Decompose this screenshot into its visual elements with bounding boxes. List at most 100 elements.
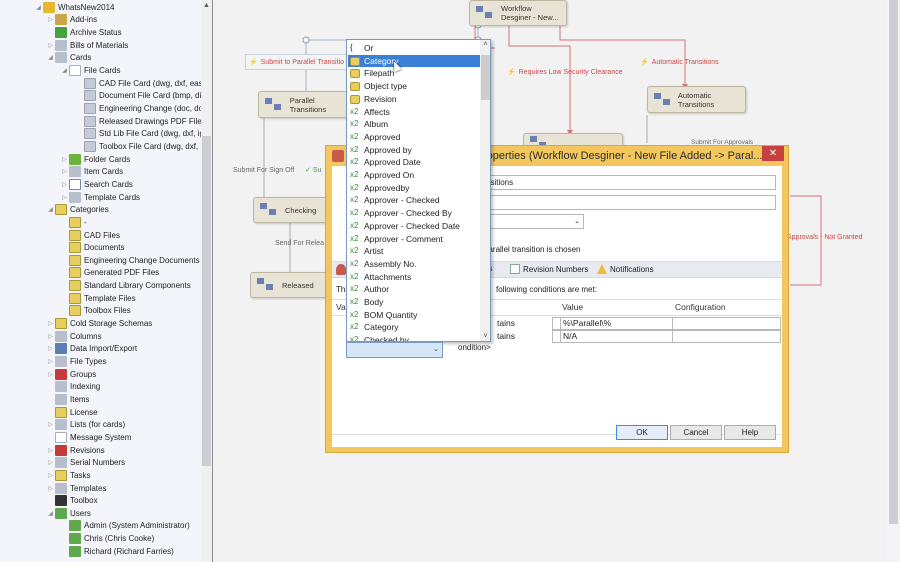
tree-item[interactable]: ▷ Tasks: [46, 469, 90, 482]
tree-item[interactable]: ▷ Add-ins: [46, 14, 97, 27]
tree-item[interactable]: Message System: [46, 431, 131, 444]
dropdown-item[interactable]: x2 Approvedby: [348, 182, 480, 195]
collapsed-arrow-icon[interactable]: ▷: [46, 345, 55, 352]
dropdown-item[interactable]: x2 Body: [348, 296, 480, 309]
dropdown-item[interactable]: x2 Approver - Checked Date: [348, 220, 480, 233]
tree-item[interactable]: ▷ Item Cards: [60, 165, 123, 178]
dropdown-scrollbar[interactable]: ˄ ˅: [480, 40, 490, 341]
cancel-button[interactable]: Cancel: [670, 425, 722, 440]
dropdown-item[interactable]: x2 Approved by: [348, 144, 480, 157]
variable-combobox[interactable]: ⌄: [346, 342, 443, 358]
collapsed-arrow-icon[interactable]: ▷: [46, 42, 55, 49]
transition-automatic[interactable]: ⚡ Automatic Transitions: [640, 58, 719, 66]
collapsed-arrow-icon[interactable]: ▷: [46, 320, 55, 327]
tree-item[interactable]: ◢ WhatsNew2014: [34, 1, 114, 14]
tree-item[interactable]: ▷ Folder Cards: [60, 153, 130, 166]
expanded-arrow-icon[interactable]: ◢: [34, 4, 43, 11]
tree-scrollbar[interactable]: ▲: [201, 0, 212, 562]
collapsed-arrow-icon[interactable]: ▷: [46, 447, 55, 454]
collapsed-arrow-icon[interactable]: ▷: [46, 358, 55, 365]
dropdown-item[interactable]: x2 Artist: [348, 245, 480, 258]
node-parallel-transitions[interactable]: Parallel Transitions: [258, 91, 353, 118]
tree-item[interactable]: ▷ Revisions: [46, 444, 105, 457]
tree-item[interactable]: Toolbox File Card (dwg, dxf,: [80, 140, 198, 153]
dropdown-item[interactable]: x2 BOM Quantity: [348, 309, 480, 322]
collapsed-arrow-icon[interactable]: ▷: [46, 459, 55, 466]
tree-item[interactable]: Engineering Change Documents: [60, 254, 200, 267]
help-button[interactable]: Help: [724, 425, 776, 440]
collapsed-arrow-icon[interactable]: ▷: [46, 371, 55, 378]
expanded-arrow-icon[interactable]: ◢: [46, 510, 55, 517]
dropdown-item[interactable]: x2 Approved Date: [348, 156, 480, 169]
tree-item[interactable]: Toolbox: [46, 494, 98, 507]
scroll-up-icon[interactable]: ▲: [201, 2, 212, 9]
tree-item[interactable]: ▷ Templates: [46, 482, 106, 495]
expanded-arrow-icon[interactable]: ◢: [60, 67, 69, 74]
dropdown-item[interactable]: Object type: [348, 80, 480, 93]
dropdown-item[interactable]: x2 Author: [348, 283, 480, 296]
type-select[interactable]: ⌄: [482, 214, 584, 229]
tab-revision-numbers[interactable]: Revision Numbers: [510, 264, 588, 274]
collapsed-arrow-icon[interactable]: ▷: [60, 156, 69, 163]
node-released[interactable]: Released: [250, 272, 330, 298]
tree-item[interactable]: Toolbox Files: [60, 305, 131, 318]
tree-item[interactable]: ▷ File Types: [46, 355, 106, 368]
dropdown-item[interactable]: Filepath: [348, 67, 480, 80]
variable-dropdown-list[interactable]: {Or Category Filepath Object type Revision x2…: [346, 39, 491, 342]
tree-item[interactable]: Documents: [60, 241, 124, 254]
scroll-up-icon[interactable]: ˄: [480, 41, 490, 48]
description-field[interactable]: [482, 195, 776, 210]
tree-item[interactable]: ◢ Cards: [46, 52, 91, 65]
tree-item[interactable]: Document File Card (bmp, dib: [80, 90, 206, 103]
dropdown-item[interactable]: x2 Attachments: [348, 271, 480, 284]
collapsed-arrow-icon[interactable]: ▷: [60, 168, 69, 175]
collapsed-arrow-icon[interactable]: ▷: [60, 181, 69, 188]
transition-send-for-release[interactable]: Send For Relea: [275, 240, 324, 247]
tree-item[interactable]: Released Drawings PDF File Ca: [80, 115, 212, 128]
chevron-down-icon[interactable]: ⌄: [433, 345, 439, 353]
tree-item[interactable]: -: [60, 216, 87, 229]
transition-submit-sign-off[interactable]: Submit For Sign Off: [233, 167, 294, 174]
scroll-down-icon[interactable]: ˅: [480, 333, 490, 340]
tree-item[interactable]: Admin (System Administrator): [60, 520, 190, 533]
canvas-scrollbar[interactable]: [887, 0, 900, 562]
dropdown-item[interactable]: x2 Approver - Comment: [348, 233, 480, 246]
expanded-arrow-icon[interactable]: ◢: [46, 54, 55, 61]
node-checking[interactable]: Checking: [253, 197, 333, 223]
collapsed-arrow-icon[interactable]: ▷: [46, 421, 55, 428]
tree-item[interactable]: License: [46, 406, 98, 419]
tree-item[interactable]: ▷ Groups: [46, 368, 96, 381]
tree-item[interactable]: Engineering Change (doc, do: [80, 102, 203, 115]
tree-item[interactable]: ▷ Search Cards: [60, 178, 133, 191]
column-header-variable[interactable]: Va: [336, 299, 346, 315]
transition-submit-partial[interactable]: ✓ Su: [305, 166, 321, 174]
tree-item[interactable]: CAD Files: [60, 229, 120, 242]
column-header-value[interactable]: Value: [562, 299, 583, 315]
dropdown-item[interactable]: x2 Category: [348, 321, 480, 334]
tree-item[interactable]: Std Lib File Card (dwg, dxf, ig: [80, 128, 204, 141]
node-automatic-transitions[interactable]: Automatic Transitions: [647, 86, 746, 113]
dropdown-item[interactable]: x2 Approved On: [348, 169, 480, 182]
tree-item[interactable]: Richard (Richard Farries): [60, 545, 174, 558]
tree-item[interactable]: ◢ Users: [46, 507, 91, 520]
collapsed-arrow-icon[interactable]: ▷: [46, 16, 55, 23]
tree-item[interactable]: Standard Library Components: [60, 279, 191, 292]
dropdown-item[interactable]: x2 Affects: [348, 106, 480, 119]
tree-item[interactable]: CAD File Card (dwg, dxf, eas: [80, 77, 203, 90]
transition-submit-parallel[interactable]: ⚡ Submit to Parallel Transitio: [245, 54, 350, 70]
ok-button[interactable]: OK: [616, 425, 668, 440]
tree-item[interactable]: ▷ Columns: [46, 330, 102, 343]
dropdown-scroll-thumb[interactable]: [481, 55, 490, 100]
dropdown-item[interactable]: x2 Album: [348, 118, 480, 131]
dropdown-item[interactable]: x2 Checked by: [348, 334, 480, 341]
collapsed-arrow-icon[interactable]: ▷: [46, 472, 55, 479]
tree-item[interactable]: ▷ Lists (for cards): [46, 418, 125, 431]
collapsed-arrow-icon[interactable]: ▷: [60, 194, 69, 201]
dropdown-item[interactable]: Revision: [348, 93, 480, 106]
collapsed-arrow-icon[interactable]: ▷: [46, 485, 55, 492]
canvas-scroll-thumb[interactable]: [889, 0, 898, 524]
expanded-arrow-icon[interactable]: ◢: [46, 206, 55, 213]
tree-item[interactable]: Items: [46, 393, 90, 406]
collapsed-arrow-icon[interactable]: ▷: [46, 333, 55, 340]
table-row[interactable]: tains N/A: [497, 330, 781, 343]
